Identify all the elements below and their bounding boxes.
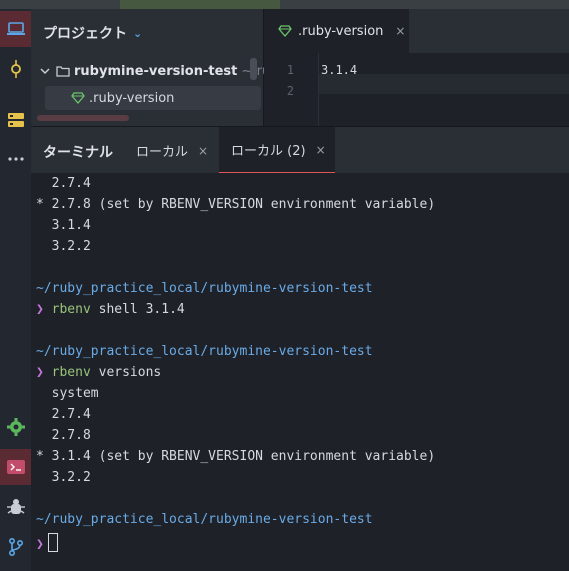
terminal-output-line: * 3.1.4 (set by RBENV_VERSION environmen… xyxy=(36,449,436,464)
prompt-chevron-icon: ❯ xyxy=(36,537,44,552)
code-line[interactable]: 3.1.4 xyxy=(321,63,357,77)
editor-tab-ruby-version[interactable]: .ruby-version × xyxy=(264,9,409,53)
git-tool-button[interactable] xyxy=(0,529,31,565)
project-icon xyxy=(6,22,25,35)
ruby-version-file-label: .ruby-version xyxy=(89,90,175,106)
chevron-down-icon xyxy=(40,68,50,75)
terminal-path-line: ~/ruby_practice_local/rubymine-version-t… xyxy=(36,512,373,527)
terminal-output-line: system xyxy=(36,386,99,401)
tool-window-rail xyxy=(0,9,32,571)
more-icon xyxy=(7,157,24,161)
terminal-output[interactable]: 2.7.4 * 2.7.8 (set by RBENV_VERSION envir… xyxy=(31,173,569,571)
current-line-highlight xyxy=(319,74,569,94)
more-tools-button[interactable] xyxy=(0,141,31,177)
line-number: 1 xyxy=(286,63,294,77)
project-panel: プロジェクト ⌄ rubymine-version-test ~/ru .rub… xyxy=(31,9,270,126)
editor-tab-bar: .ruby-version × xyxy=(264,9,569,53)
prompt-chevron-icon: ❯ xyxy=(36,365,44,380)
terminal-tool-button[interactable] xyxy=(0,449,31,485)
terminal-path-line: ~/ruby_practice_local/rubymine-version-t… xyxy=(36,344,373,359)
terminal-output-line: 3.1.4 xyxy=(36,218,91,233)
prompt-chevron-icon: ❯ xyxy=(36,302,44,317)
terminal-tab-label: ローカル (2) xyxy=(231,144,306,159)
debug-bug-icon xyxy=(6,499,25,514)
terminal-path-line: ~/ruby_practice_local/rubymine-version-t… xyxy=(36,281,373,296)
services-icon xyxy=(7,113,24,127)
settings-tool-button[interactable] xyxy=(0,409,31,445)
terminal-output-line: 3.2.2 xyxy=(36,470,91,485)
close-icon[interactable]: × xyxy=(198,144,208,158)
folder-icon xyxy=(56,66,70,77)
settings-gear-icon xyxy=(6,418,25,436)
command-args: shell 3.1.4 xyxy=(90,302,185,317)
terminal-output-line: 2.7.8 xyxy=(36,428,91,443)
window-top-strip xyxy=(0,0,569,9)
project-scrollbar-vertical[interactable] xyxy=(250,58,257,80)
command-name: rbenv xyxy=(43,302,91,317)
project-panel-title[interactable]: プロジェクト ⌄ xyxy=(43,23,142,43)
terminal-output-line: 2.7.4 xyxy=(36,176,91,191)
ruby-gem-icon xyxy=(278,25,292,37)
terminal-output-line: 3.2.2 xyxy=(36,239,91,254)
line-number: 2 xyxy=(286,84,294,98)
terminal-cursor[interactable] xyxy=(47,533,58,552)
tree-item-ruby-version[interactable]: .ruby-version xyxy=(45,86,261,110)
commit-icon xyxy=(10,60,21,78)
terminal-tab-label: ローカル xyxy=(136,145,189,160)
debug-tool-button[interactable] xyxy=(0,489,31,525)
editor-tab-label: .ruby-version xyxy=(298,23,384,39)
terminal-input-line: ❯ xyxy=(36,533,58,552)
terminal-header: ターミナル ローカル × ローカル (2) × xyxy=(31,126,569,174)
terminal-output-line: 2.7.4 xyxy=(36,407,91,422)
git-branch-icon xyxy=(8,538,23,556)
chevron-down-icon: ⌄ xyxy=(133,26,143,40)
command-args: versions xyxy=(90,365,162,380)
terminal-output-line: * 2.7.8 (set by RBENV_VERSION environmen… xyxy=(36,197,436,212)
terminal-tab-local-2[interactable]: ローカル (2) × xyxy=(219,127,335,174)
ruby-gem-icon xyxy=(71,92,85,104)
terminal-command-line: ❯ rbenv shell 3.1.4 xyxy=(36,302,185,317)
project-root-name: rubymine-version-test xyxy=(74,63,238,79)
close-icon[interactable]: × xyxy=(316,143,326,157)
line-number-gutter: 1 2 xyxy=(264,53,319,126)
commit-tool-button[interactable] xyxy=(0,51,31,87)
project-scrollbar-horizontal[interactable] xyxy=(37,115,129,121)
close-icon[interactable]: × xyxy=(395,24,405,38)
services-tool-button[interactable] xyxy=(0,102,31,138)
command-name: rbenv xyxy=(43,365,91,380)
tree-item-project-root[interactable]: rubymine-version-test ~/ru xyxy=(40,59,270,83)
terminal-command-line: ❯ rbenv versions xyxy=(36,365,161,380)
terminal-tab-local[interactable]: ローカル × xyxy=(124,127,216,174)
project-tool-button[interactable] xyxy=(0,11,31,47)
editor-area: .ruby-version × 1 2 3.1.4 xyxy=(264,9,569,126)
terminal-icon xyxy=(6,460,25,474)
terminal-title: ターミナル xyxy=(43,145,113,161)
